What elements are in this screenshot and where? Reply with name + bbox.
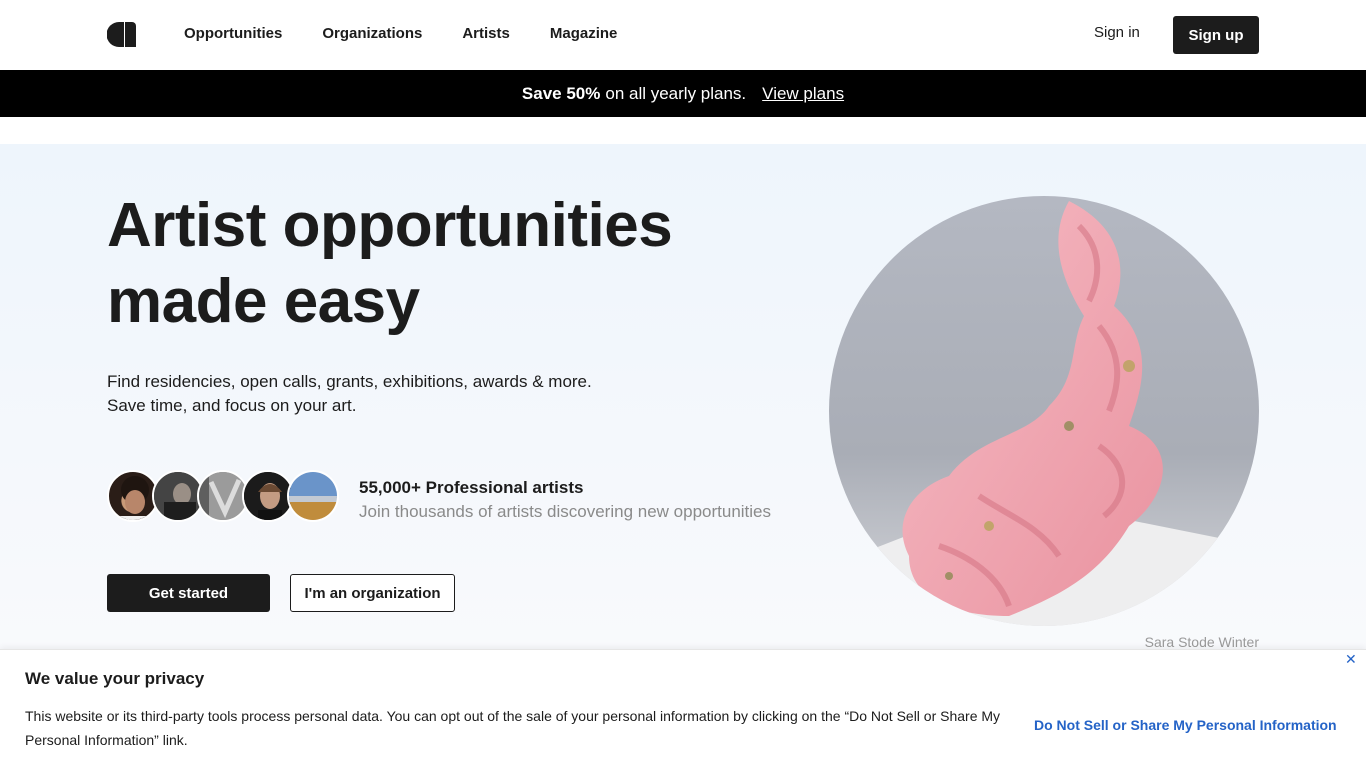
promo-highlight: Save 50% <box>521 83 601 103</box>
stat-title: 55,000+ Professional artists <box>359 478 584 497</box>
organization-button[interactable]: I'm an organization <box>290 574 455 612</box>
promo-banner: Save 50% on all yearly plans. View plans <box>0 70 1366 117</box>
sign-in-link[interactable]: Sign in <box>1094 23 1140 43</box>
privacy-banner: We value your privacy This website or it… <box>0 649 1366 768</box>
privacy-title: We value your privacy <box>25 669 205 688</box>
artist-avatars <box>107 470 342 522</box>
nav-link-artists[interactable]: Artists <box>462 24 510 44</box>
view-plans-link[interactable]: View plans <box>762 84 844 104</box>
subtitle-line-1: Find residencies, open calls, grants, ex… <box>107 372 592 391</box>
logo-icon[interactable] <box>107 22 136 47</box>
headline-line-2: made easy <box>107 267 420 336</box>
nav-link-organizations[interactable]: Organizations <box>322 24 422 44</box>
nav-link-opportunities[interactable]: Opportunities <box>184 24 282 44</box>
featured-artwork-image <box>829 196 1259 626</box>
stat-subtitle: Join thousands of artists discovering ne… <box>359 502 772 521</box>
top-navigation: Opportunities Organizations Artists Maga… <box>0 0 1366 70</box>
artwork-credit: Sara Stode Winter <box>1144 634 1259 650</box>
hero-headline: Artist opportunities made easy <box>107 188 787 340</box>
privacy-text: This website or its third-party tools pr… <box>25 708 1001 748</box>
sign-up-button[interactable]: Sign up <box>1173 16 1259 54</box>
close-icon[interactable]: ✕ <box>1345 652 1359 666</box>
headline-line-1: Artist opportunities <box>107 191 673 260</box>
avatar <box>287 470 339 522</box>
subtitle-line-2: Save time, and focus on your art. <box>107 396 357 415</box>
hero-subtitle: Find residencies, open calls, grants, ex… <box>107 370 592 418</box>
nav-link-magazine[interactable]: Magazine <box>550 24 618 44</box>
promo-text: on all yearly plans. <box>605 83 747 103</box>
do-not-sell-link[interactable]: Do Not Sell or Share My Personal Informa… <box>1034 717 1337 733</box>
get-started-button[interactable]: Get started <box>107 574 270 612</box>
nav-links: Opportunities Organizations Artists Maga… <box>184 24 617 44</box>
